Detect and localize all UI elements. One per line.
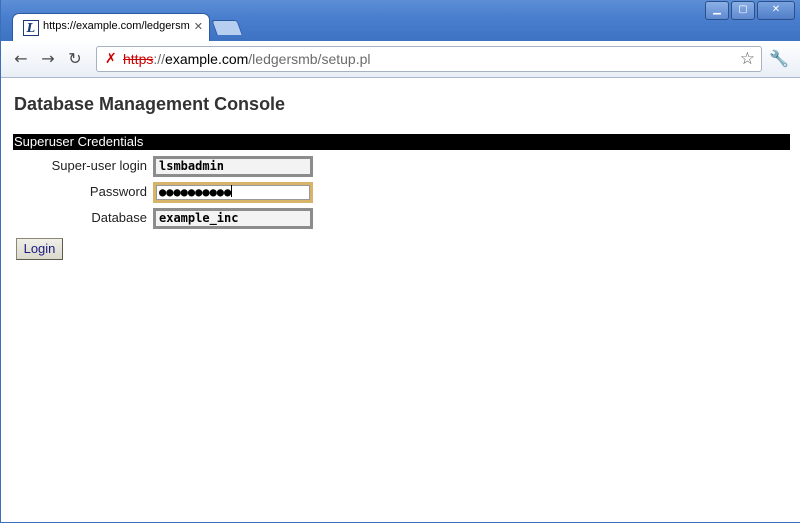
- login-label: Super-user login: [51, 158, 147, 173]
- title-bar: L https://example.com/ledgersm ✕ ▁ ▢ ✕: [1, 0, 800, 41]
- text-caret: [231, 185, 233, 197]
- bookmark-star-icon[interactable]: ☆: [740, 49, 755, 69]
- url-text[interactable]: https://example.com/ledgersmb/setup.pl: [123, 51, 370, 67]
- wrench-menu-icon[interactable]: 🔧: [769, 49, 789, 68]
- section-header: Superuser Credentials: [13, 134, 790, 150]
- browser-toolbar: ← → ↻ ✗ https://example.com/ledgersmb/se…: [1, 41, 800, 78]
- password-value: ●●●●●●●●●●: [159, 185, 232, 199]
- url-separator: ://: [153, 51, 166, 67]
- database-input[interactable]: example_inc: [153, 208, 313, 229]
- address-bar[interactable]: ✗ https://example.com/ledgersmb/setup.pl…: [96, 46, 762, 72]
- maximize-button[interactable]: ▢: [731, 1, 755, 20]
- close-window-button[interactable]: ✕: [757, 1, 795, 20]
- page-content: Database Management Console Superuser Cr…: [2, 78, 800, 522]
- tab-close-icon[interactable]: ✕: [194, 20, 203, 33]
- insecure-lock-icon[interactable]: ✗: [105, 51, 117, 67]
- url-host: example.com: [165, 51, 249, 67]
- forward-arrow-icon[interactable]: →: [38, 49, 58, 69]
- database-label: Database: [91, 210, 147, 225]
- minimize-button[interactable]: ▁: [705, 1, 729, 20]
- new-tab-button[interactable]: [211, 20, 243, 35]
- password-input[interactable]: ●●●●●●●●●●: [153, 182, 313, 203]
- favicon-icon: L: [23, 20, 39, 36]
- tab-title: https://example.com/ledgersm: [43, 20, 190, 32]
- page-title: Database Management Console: [14, 94, 286, 114]
- tab-active[interactable]: L https://example.com/ledgersm ✕: [13, 14, 209, 41]
- superuser-login-input[interactable]: lsmbadmin: [153, 156, 313, 177]
- url-path: /ledgersmb/setup.pl: [248, 51, 371, 67]
- password-label: Password: [89, 184, 147, 199]
- url-scheme: https: [123, 51, 154, 67]
- back-arrow-icon[interactable]: ←: [11, 49, 31, 69]
- reload-icon[interactable]: ↻: [65, 49, 85, 69]
- login-button[interactable]: Login: [16, 238, 63, 260]
- browser-window: L https://example.com/ledgersm ✕ ▁ ▢ ✕ ←…: [0, 0, 800, 523]
